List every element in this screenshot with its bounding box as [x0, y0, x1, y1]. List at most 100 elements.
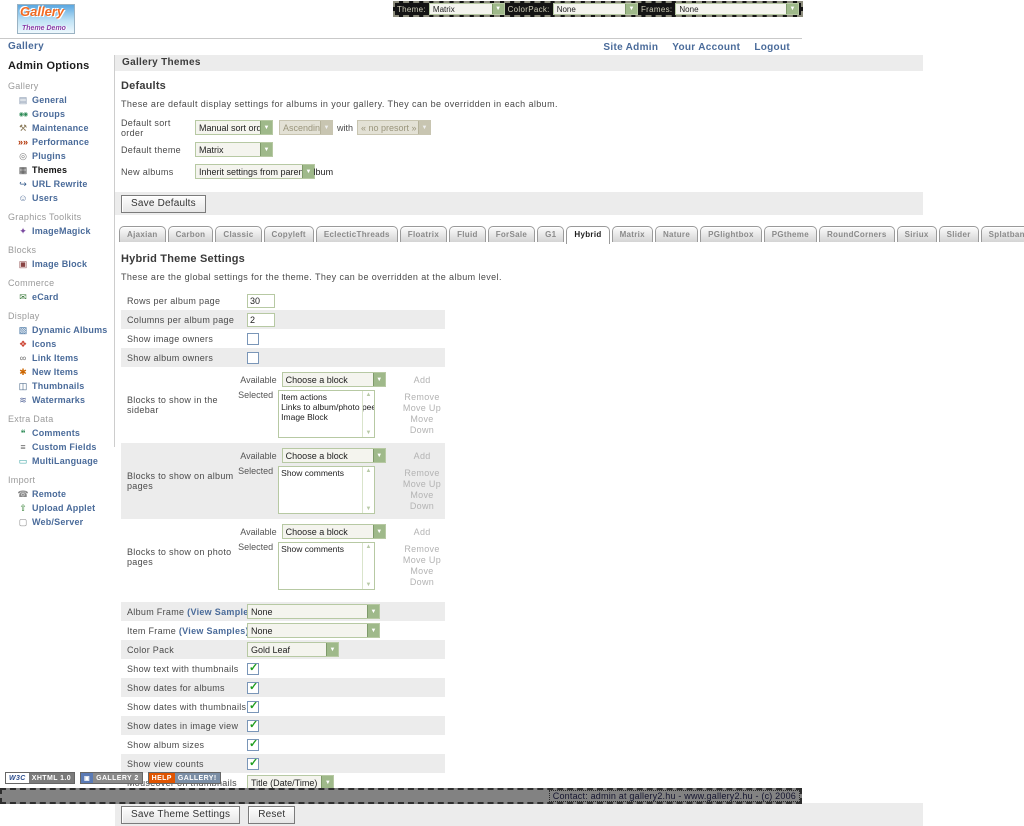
- sidebar-item-new-items[interactable]: New Items: [0, 365, 114, 378]
- tab-slider[interactable]: Slider: [939, 226, 979, 242]
- frames-select[interactable]: None: [675, 3, 799, 15]
- blocks-photo-selected-list[interactable]: Show comments ▲▼: [278, 542, 375, 590]
- item-frame-select[interactable]: None: [247, 623, 380, 638]
- blocks-album-remove-link[interactable]: Remove: [399, 468, 445, 479]
- save-theme-settings-button[interactable]: Save Theme Settings: [121, 806, 240, 824]
- blocks-album-available-select[interactable]: Choose a block: [282, 448, 386, 463]
- list-scrollbar[interactable]: ▲▼: [362, 543, 374, 589]
- blocks-sidebar-remove-link[interactable]: Remove: [399, 392, 445, 403]
- tab-classic[interactable]: Classic: [215, 226, 261, 242]
- sidebar-item-dynamic-albums[interactable]: Dynamic Albums: [0, 323, 114, 336]
- blocks-sidebar-move-up-link[interactable]: Move Up: [399, 403, 445, 414]
- colorpack-select[interactable]: None: [553, 3, 638, 15]
- blocks-album-actions: Remove Move Up Move Down: [399, 468, 445, 512]
- sidebar-item-image-block[interactable]: Image Block: [0, 257, 114, 270]
- tab-nature[interactable]: Nature: [655, 226, 698, 242]
- show-dates-image-view-checkbox[interactable]: [247, 720, 259, 732]
- blocks-album-selected-list[interactable]: Show comments ▲▼: [278, 466, 375, 514]
- sidebar-item-multilanguage[interactable]: MultiLanguage: [0, 454, 114, 467]
- breadcrumb[interactable]: Gallery: [8, 41, 44, 52]
- tab-matrix[interactable]: Matrix: [612, 226, 653, 242]
- blocks-sidebar-add-link[interactable]: Add: [414, 375, 431, 385]
- tab-g1[interactable]: G1: [537, 226, 564, 242]
- w3c-xhtml-badge[interactable]: W3CXHTML 1.0: [5, 772, 75, 784]
- theme-select[interactable]: Matrix: [429, 3, 505, 15]
- sidebar-item-custom-fields[interactable]: Custom Fields: [0, 440, 114, 453]
- album-frame-select[interactable]: None: [247, 604, 380, 619]
- tab-splatbang[interactable]: Splatbang: [981, 226, 1024, 242]
- list-item[interactable]: Show comments: [281, 468, 360, 478]
- blocks-sidebar-available-select[interactable]: Choose a block: [282, 372, 386, 387]
- show-dates-thumbnails-checkbox[interactable]: [247, 701, 259, 713]
- sidebar-item-watermarks[interactable]: Watermarks: [0, 393, 114, 406]
- list-scrollbar[interactable]: ▲▼: [362, 391, 374, 437]
- blocks-photo-move-down-link[interactable]: Move Down: [399, 566, 445, 588]
- tab-eclecticthreads[interactable]: EclecticThreads: [316, 226, 398, 242]
- sidebar-item-web-server[interactable]: Web/Server: [0, 515, 114, 528]
- sidebar-item-plugins[interactable]: Plugins: [0, 149, 114, 162]
- blocks-photo-available-select[interactable]: Choose a block: [282, 524, 386, 539]
- show-image-owners-checkbox[interactable]: [247, 333, 259, 345]
- sort-order-select[interactable]: Manual sort order: [195, 120, 273, 135]
- tab-forsale[interactable]: ForSale: [488, 226, 535, 242]
- sidebar-item-users[interactable]: Users: [0, 191, 114, 204]
- blocks-photo-move-up-link[interactable]: Move Up: [399, 555, 445, 566]
- sidebar-item-maintenance[interactable]: Maintenance: [0, 121, 114, 134]
- logout-link[interactable]: Logout: [754, 42, 790, 53]
- tab-carbon[interactable]: Carbon: [168, 226, 214, 242]
- columns-per-page-input[interactable]: [247, 313, 275, 327]
- rows-per-page-input[interactable]: [247, 294, 275, 308]
- show-album-sizes-checkbox[interactable]: [247, 739, 259, 751]
- list-item[interactable]: Show comments: [281, 544, 360, 554]
- new-albums-select[interactable]: Inherit settings from parent album: [195, 164, 315, 179]
- reset-button[interactable]: Reset: [248, 806, 295, 824]
- sidebar-item-groups[interactable]: Groups: [0, 107, 114, 120]
- tab-pgtheme[interactable]: PGtheme: [764, 226, 817, 242]
- list-item[interactable]: Item actions: [281, 392, 360, 402]
- sidebar-item-remote[interactable]: Remote: [0, 487, 114, 500]
- sidebar-item-thumbnails[interactable]: Thumbnails: [0, 379, 114, 392]
- sidebar-item-general[interactable]: General: [0, 93, 114, 106]
- sidebar-item-themes[interactable]: Themes: [0, 163, 114, 176]
- list-item[interactable]: Links to album/photo peers: [281, 402, 360, 412]
- sidebar-item-upload-applet[interactable]: Upload Applet: [0, 501, 114, 514]
- show-dates-albums-checkbox[interactable]: [247, 682, 259, 694]
- tab-ajaxian[interactable]: Ajaxian: [119, 226, 166, 242]
- show-view-counts-checkbox[interactable]: [247, 758, 259, 770]
- sidebar-item-ecard[interactable]: eCard: [0, 290, 114, 303]
- sidebar-item-url-rewrite[interactable]: URL Rewrite: [0, 177, 114, 190]
- blocks-sidebar-selected-list[interactable]: Item actions Links to album/photo peers …: [278, 390, 375, 438]
- sidebar-item-icons[interactable]: Icons: [0, 337, 114, 350]
- blocks-photo-remove-link[interactable]: Remove: [399, 544, 445, 555]
- save-defaults-button[interactable]: Save Defaults: [121, 195, 206, 213]
- tab-fluid[interactable]: Fluid: [449, 226, 486, 242]
- show-text-thumbnails-checkbox[interactable]: [247, 663, 259, 675]
- blocks-photo-add-link[interactable]: Add: [414, 527, 431, 537]
- site-admin-link[interactable]: Site Admin: [603, 42, 658, 53]
- blocks-album-move-down-link[interactable]: Move Down: [399, 490, 445, 512]
- sidebar-item-performance[interactable]: Performance: [0, 135, 114, 148]
- gallery-logo[interactable]: Gallery Theme Demo: [17, 4, 75, 34]
- tab-floatrix[interactable]: Floatrix: [400, 226, 447, 242]
- show-album-owners-checkbox[interactable]: [247, 352, 259, 364]
- tab-roundcorners[interactable]: RoundCorners: [819, 226, 895, 242]
- field-label: Color Pack: [121, 645, 247, 655]
- tab-copyleft[interactable]: Copyleft: [264, 226, 314, 242]
- tab-hybrid[interactable]: Hybrid: [566, 226, 609, 244]
- help-gallery-badge[interactable]: HELPGALLERY!: [148, 772, 221, 784]
- gallery2-badge[interactable]: ▣GALLERY 2: [80, 772, 143, 784]
- default-theme-select[interactable]: Matrix: [195, 142, 273, 157]
- sidebar-item-imagemagick[interactable]: ImageMagick: [0, 224, 114, 237]
- blocks-album-add-link[interactable]: Add: [414, 451, 431, 461]
- blocks-sidebar-move-down-link[interactable]: Move Down: [399, 414, 445, 436]
- blocks-album-move-up-link[interactable]: Move Up: [399, 479, 445, 490]
- tab-pglightbox[interactable]: PGlightbox: [700, 226, 762, 242]
- tab-siriux[interactable]: Siriux: [897, 226, 937, 242]
- color-pack-select[interactable]: Gold Leaf: [247, 642, 339, 657]
- your-account-link[interactable]: Your Account: [672, 42, 740, 53]
- sidebar-item-link-items[interactable]: Link Items: [0, 351, 114, 364]
- list-scrollbar[interactable]: ▲▼: [362, 467, 374, 513]
- sidebar-item-comments[interactable]: Comments: [0, 426, 114, 439]
- item-frame-view-samples-link[interactable]: (View Samples): [179, 626, 249, 636]
- list-item[interactable]: Image Block: [281, 412, 360, 422]
